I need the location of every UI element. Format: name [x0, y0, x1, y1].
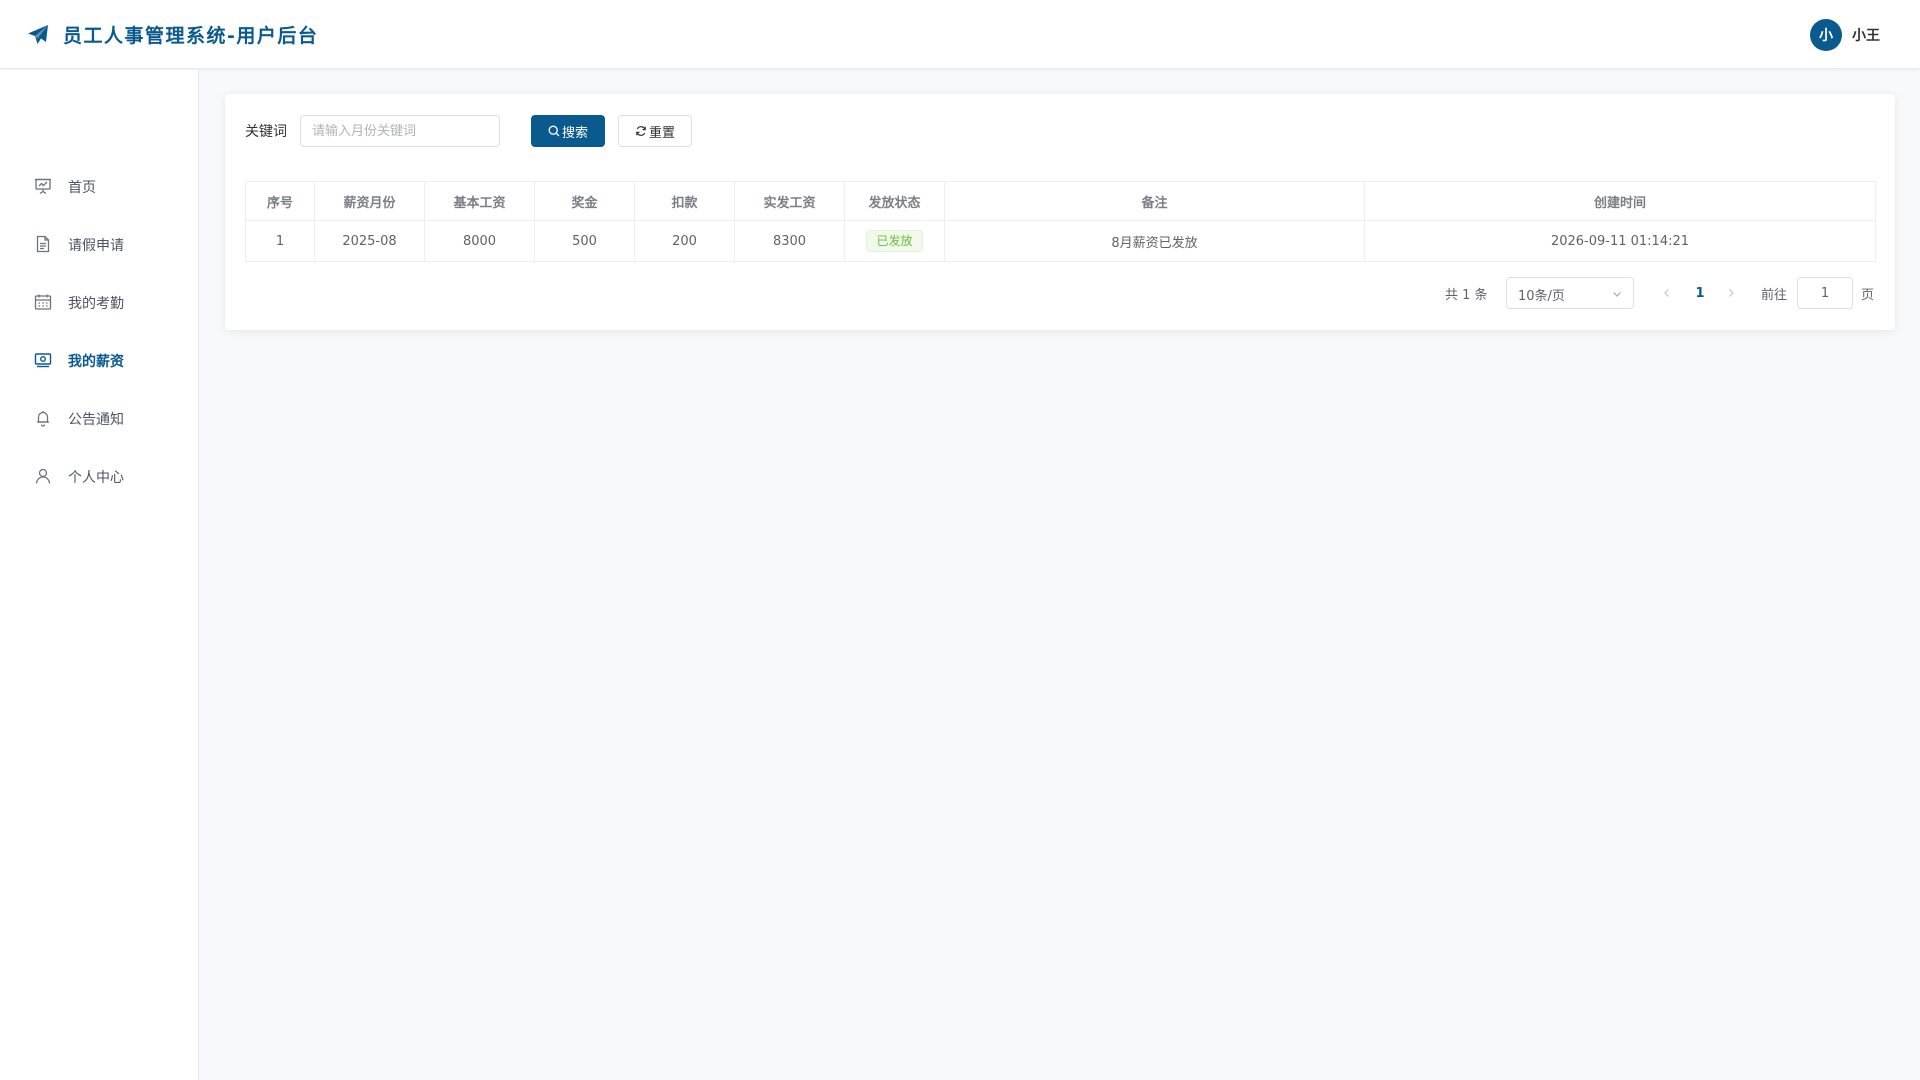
sidebar-item-label: 请假申请: [68, 238, 124, 254]
presentation-board-icon: [35, 178, 51, 195]
paper-plane-icon: [28, 25, 48, 44]
page-size-value: 10条/页: [1518, 289, 1565, 304]
sidebar-item-announcements[interactable]: 公告通知: [0, 398, 198, 438]
cell-base-salary: 8000: [424, 220, 535, 262]
user-name[interactable]: 小王: [1852, 25, 1880, 45]
column-header-bonus: 奖金: [534, 181, 635, 221]
chevron-left-icon: [1664, 289, 1669, 297]
cell-net-salary: 8300: [734, 220, 845, 262]
cell-status: 已发放: [844, 220, 945, 262]
search-button-label: 搜索: [561, 125, 588, 141]
table-header-row: 序号 薪资月份 基本工资 奖金 扣款 实发工资 发放状态 备注 创建时间: [245, 181, 1876, 221]
column-header-net-salary: 实发工资: [734, 181, 845, 221]
table-row: 1 2025-08 8000 500 200 8300 已发放 8月薪资已发放 …: [245, 220, 1876, 262]
refresh-icon: [636, 126, 646, 136]
sidebar-item-label: 个人中心: [68, 470, 124, 486]
sidebar-item-attendance[interactable]: 我的考勤: [0, 282, 198, 322]
salary-card: 关键词 搜索 重置 序号 薪资月份 基本工资 奖金 扣款 实发工资: [225, 94, 1895, 330]
keyword-label: 关键词: [245, 124, 287, 140]
goto-label: 前往: [1761, 288, 1788, 303]
sidebar-item-label: 首页: [68, 180, 96, 196]
sidebar-item-profile[interactable]: 个人中心: [0, 456, 198, 496]
document-icon: [36, 235, 50, 253]
search-icon: [548, 125, 560, 137]
goto-page-input[interactable]: [1797, 277, 1853, 309]
cell-deduction: 200: [634, 220, 735, 262]
prev-page-button[interactable]: [1655, 280, 1679, 306]
sidebar-item-leave-request[interactable]: 请假申请: [0, 224, 198, 264]
next-page-button[interactable]: [1719, 280, 1743, 306]
cell-index: 1: [245, 220, 315, 262]
cell-bonus: 500: [534, 220, 635, 262]
cell-remark: 8月薪资已发放: [944, 220, 1365, 262]
page-size-select[interactable]: 10条/页: [1506, 277, 1634, 309]
sidebar: 首页 请假申请 我的考勤 我的薪资 公告通知 个人中心: [0, 70, 199, 1080]
calendar-icon: [34, 294, 52, 310]
column-header-month: 薪资月份: [314, 181, 425, 221]
user-avatar[interactable]: 小: [1810, 19, 1842, 51]
chevron-right-icon: [1729, 289, 1734, 297]
reset-button[interactable]: 重置: [618, 115, 692, 147]
sidebar-item-label: 公告通知: [68, 412, 124, 428]
column-header-status: 发放状态: [844, 181, 945, 221]
sidebar-item-home[interactable]: 首页: [0, 166, 198, 206]
column-header-created-at: 创建时间: [1364, 181, 1876, 221]
column-header-deduction: 扣款: [634, 181, 735, 221]
page-suffix-label: 页: [1861, 288, 1875, 303]
cell-created-at: 2026-09-11 01:14:21: [1364, 220, 1876, 262]
pagination-total: 共 1 条: [1445, 288, 1488, 303]
column-header-index: 序号: [245, 181, 315, 221]
reset-button-label: 重置: [648, 125, 675, 141]
user-icon: [35, 468, 51, 484]
sidebar-item-salary[interactable]: 我的薪资: [0, 340, 198, 380]
salary-table: 序号 薪资月份 基本工资 奖金 扣款 实发工资 发放状态 备注 创建时间 1 2…: [245, 181, 1876, 262]
status-badge: 已发放: [866, 230, 923, 252]
money-icon: [34, 353, 52, 368]
column-header-base-salary: 基本工资: [424, 181, 535, 221]
column-header-remark: 备注: [944, 181, 1365, 221]
sidebar-item-label: 我的考勤: [68, 296, 124, 312]
search-button[interactable]: 搜索: [531, 115, 605, 147]
page-number-current[interactable]: 1: [1687, 280, 1713, 306]
sidebar-item-label: 我的薪资: [68, 354, 124, 370]
keyword-search-input[interactable]: [300, 115, 500, 147]
cell-month: 2025-08: [314, 220, 425, 262]
top-header: 员工人事管理系统-用户后台 小 小王: [0, 0, 1920, 69]
bell-icon: [37, 411, 49, 427]
app-title: 员工人事管理系统-用户后台: [63, 25, 319, 47]
chevron-down-icon: [1613, 292, 1621, 297]
